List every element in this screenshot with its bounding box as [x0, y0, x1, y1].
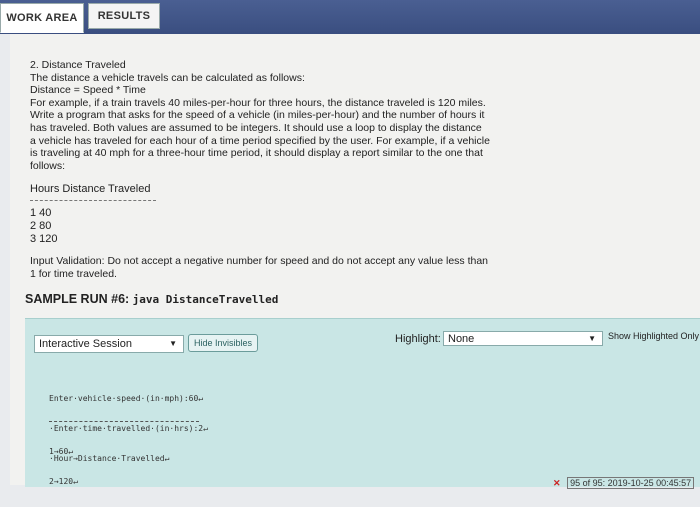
- status-bar: ✕ 95 of 95: 2019-10-25 00:45:57: [553, 477, 695, 489]
- interactive-session-panel: Interactive Session ▼ Hide Invisibles Hi…: [25, 318, 700, 489]
- problem-formula: Distance = Speed * Time: [30, 84, 146, 97]
- status-text: 95 of 95: 2019-10-25 00:45:57: [567, 477, 695, 489]
- sample-run-heading: SAMPLE RUN #6: java DistanceTravelled: [25, 292, 278, 306]
- close-icon[interactable]: ✕: [553, 478, 561, 488]
- tab-work-area[interactable]: WORK AREA: [0, 3, 84, 33]
- report-divider: [30, 200, 156, 201]
- tab-bar: WORK AREA RESULTS: [0, 0, 700, 34]
- chevron-down-icon: ▼: [588, 334, 596, 343]
- input-validation: Input Validation: Do not accept a negati…: [30, 255, 489, 280]
- hide-invisibles-button[interactable]: Hide Invisibles: [188, 334, 258, 352]
- tab-results[interactable]: RESULTS: [88, 3, 160, 29]
- report-row: 3 120: [30, 233, 58, 245]
- show-highlighted-only-toggle[interactable]: Show Highlighted Only: [608, 331, 699, 341]
- report-row: 1 40: [30, 207, 52, 219]
- problem-title: 2. Distance Traveled: [30, 59, 126, 71]
- report-header: Hours Distance Traveled: [30, 183, 151, 195]
- report-row: 2 80: [30, 220, 52, 232]
- sample-run-command: java DistanceTravelled: [132, 293, 279, 306]
- session-select[interactable]: Interactive Session ▼: [34, 335, 184, 353]
- highlight-select-value: None: [448, 332, 475, 345]
- console-divider: [49, 421, 199, 422]
- session-select-value: Interactive Session: [39, 338, 132, 350]
- console-line: 1→60↵: [49, 447, 74, 456]
- problem-statement: 2. Distance Traveled The distance a vehi…: [30, 59, 490, 172]
- chevron-down-icon: ▼: [169, 339, 177, 348]
- problem-line-1: The distance a vehicle travels can be ca…: [30, 71, 305, 84]
- console-results: 1→60↵ 2→120↵: [49, 427, 569, 507]
- highlight-select[interactable]: None ▼: [443, 331, 603, 346]
- console-line: 2→120↵: [49, 477, 78, 486]
- work-area-content: 2. Distance Traveled The distance a vehi…: [10, 34, 700, 489]
- console-line: Enter·vehicle·speed·(in·mph):60↵: [49, 394, 204, 403]
- sample-run-label: SAMPLE RUN #6:: [25, 292, 130, 306]
- report-rows: 1 40 2 80 3 120: [30, 207, 58, 246]
- problem-paragraph: For example, if a train travels 40 miles…: [30, 96, 490, 172]
- highlight-label: Highlight:: [395, 333, 441, 345]
